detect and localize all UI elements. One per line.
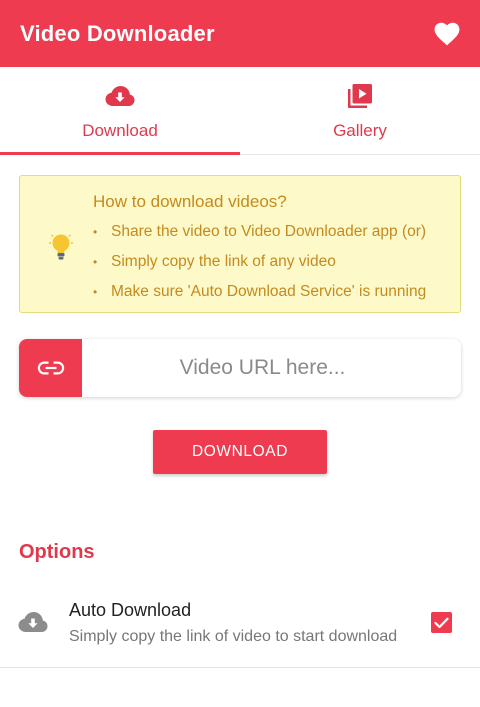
list-item: • Share the video to Video Downloader ap… <box>93 221 426 251</box>
info-item-text: Simply copy the link of any video <box>111 253 336 270</box>
cloud-download-icon <box>105 81 135 111</box>
video-url-input[interactable] <box>82 339 461 397</box>
lightbulb-icon <box>49 234 73 260</box>
info-title: How to download videos? <box>93 192 287 211</box>
favorite-button[interactable] <box>430 17 464 51</box>
auto-download-subtitle: Simply copy the link of video to start d… <box>69 628 398 645</box>
tab-download-label: Download <box>82 120 158 140</box>
link-icon <box>37 361 64 375</box>
list-item: • Make sure 'Auto Download Service' is r… <box>93 281 426 311</box>
list-item: • Simply copy the link of any video <box>93 251 426 281</box>
auto-download-option[interactable]: Auto Download Simply copy the link of vi… <box>0 590 480 668</box>
bullet: • <box>93 225 98 239</box>
url-input-container <box>19 339 461 397</box>
tab-bar: Download Gallery <box>0 67 480 155</box>
auto-download-title: Auto Download <box>69 600 192 620</box>
tab-gallery-label: Gallery <box>333 120 387 140</box>
app-bar: Video Downloader <box>0 0 480 67</box>
auto-download-checkbox[interactable] <box>431 612 452 633</box>
link-icon-box <box>19 339 82 397</box>
info-list: • Share the video to Video Downloader ap… <box>93 221 426 311</box>
checkmark-icon <box>434 617 449 628</box>
download-button[interactable]: DOWNLOAD <box>153 430 327 474</box>
options-heading: Options <box>19 541 95 563</box>
app-root: Video Downloader Download Gallery How to… <box>0 0 480 707</box>
how-to-info-box: How to download videos? • Share the vide… <box>19 175 461 313</box>
heart-icon <box>434 22 460 45</box>
cloud-download-icon <box>18 612 48 632</box>
app-title: Video Downloader <box>20 20 215 46</box>
info-item-text: Make sure 'Auto Download Service' is run… <box>111 283 427 300</box>
tab-download[interactable]: Download <box>0 67 240 155</box>
video-library-icon <box>347 81 373 111</box>
tab-gallery[interactable]: Gallery <box>240 67 480 154</box>
bullet: • <box>93 285 98 299</box>
info-item-text: Share the video to Video Downloader app … <box>111 223 427 240</box>
bullet: • <box>93 255 98 269</box>
